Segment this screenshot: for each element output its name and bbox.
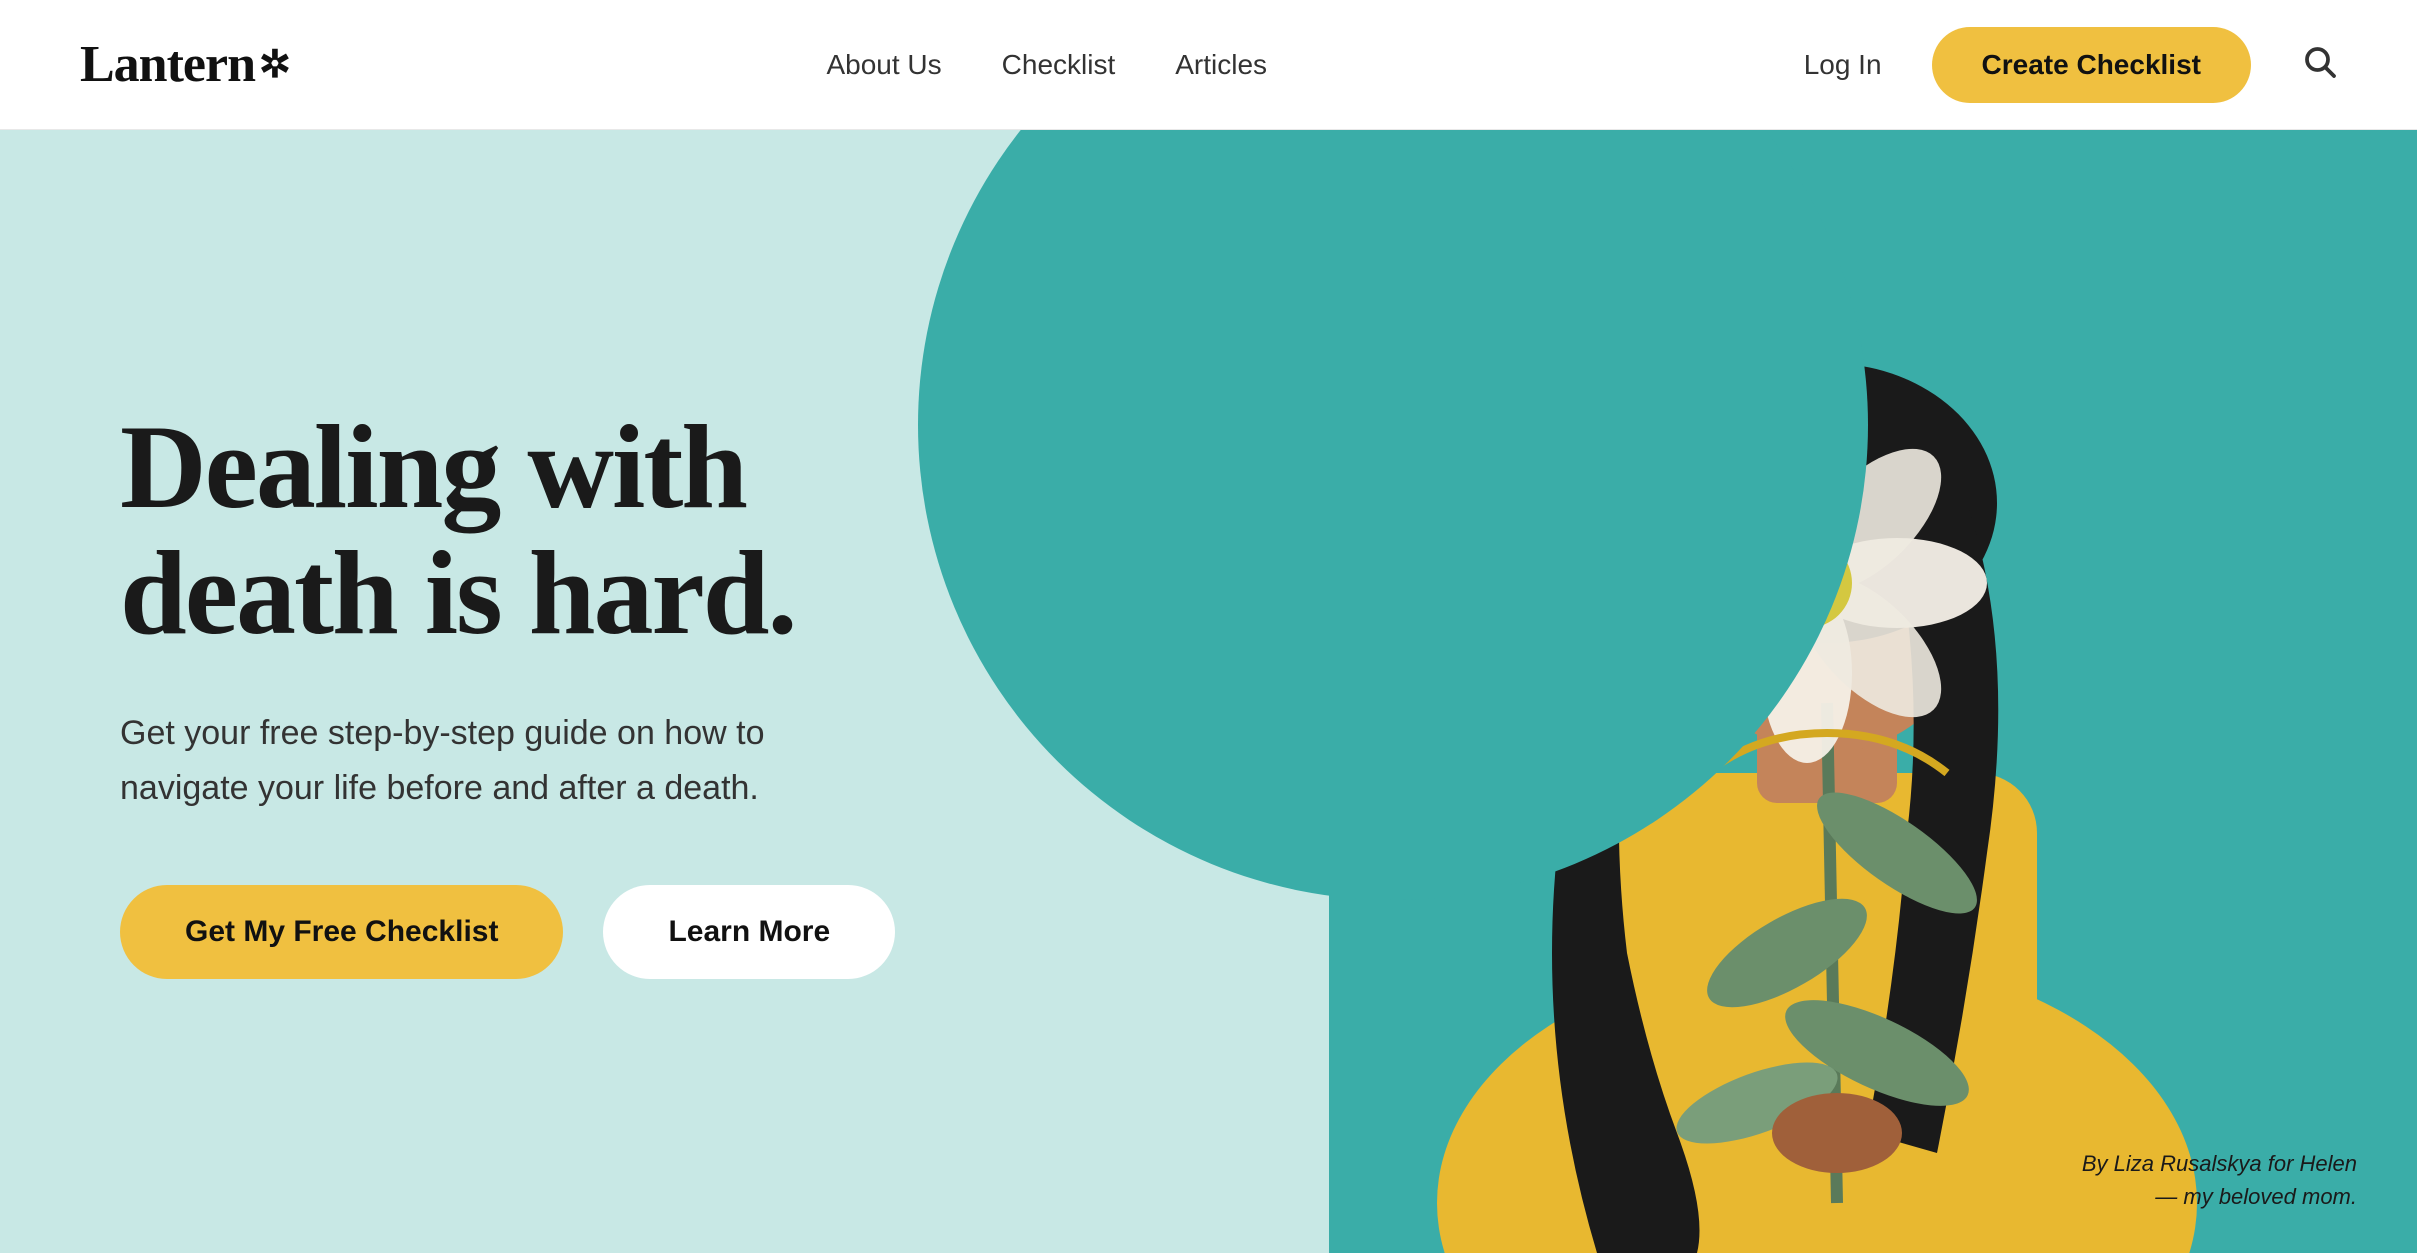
attribution-line2: — my beloved mom.	[2155, 1184, 2357, 1209]
hero-subtitle: Get your free step-by-step guide on how …	[120, 706, 880, 815]
logo-spark: ✲	[259, 42, 290, 87]
navbar: Lantern✲ About Us Checklist Articles Log…	[0, 0, 2417, 130]
hero-buttons: Get My Free Checklist Learn More	[120, 885, 880, 979]
get-checklist-button[interactable]: Get My Free Checklist	[120, 885, 563, 979]
nav-about-us[interactable]: About Us	[826, 49, 941, 81]
nav-checklist[interactable]: Checklist	[1002, 49, 1116, 81]
nav-articles[interactable]: Articles	[1175, 49, 1267, 81]
nav-links: About Us Checklist Articles	[826, 49, 1267, 81]
nav-right: Log In Create Checklist	[1804, 27, 2337, 103]
attribution: By Liza Rusalskya for Helen — my beloved…	[2082, 1147, 2357, 1213]
create-checklist-button[interactable]: Create Checklist	[1932, 27, 2251, 103]
hero-title: Dealing with death is hard.	[120, 404, 880, 656]
login-link[interactable]: Log In	[1804, 49, 1882, 81]
logo[interactable]: Lantern✲	[80, 35, 290, 94]
learn-more-button[interactable]: Learn More	[603, 885, 895, 979]
hero-content: Dealing with death is hard. Get your fre…	[0, 324, 1000, 1059]
attribution-line1: By Liza Rusalskya for Helen	[2082, 1151, 2357, 1176]
hero-section: Dealing with death is hard. Get your fre…	[0, 130, 2417, 1253]
search-icon-button[interactable]	[2301, 43, 2337, 87]
logo-text: Lantern	[80, 35, 255, 94]
search-icon	[2301, 43, 2337, 79]
